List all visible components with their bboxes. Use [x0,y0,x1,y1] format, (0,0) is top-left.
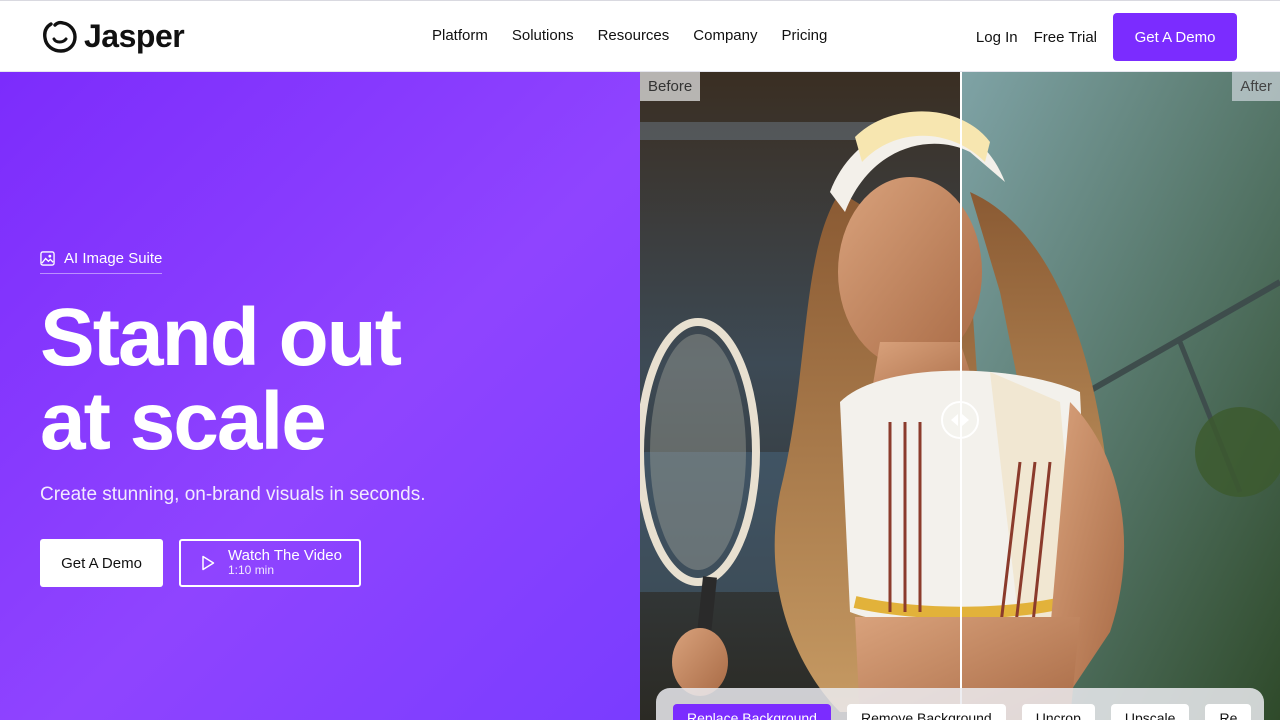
before-label: Before [640,72,701,101]
tool-upscale[interactable]: Upscale [1110,704,1190,720]
get-demo-button[interactable]: Get A Demo [1113,13,1237,61]
image-tools-toolbar: Replace Background Remove Background Unc… [656,688,1264,720]
header-actions: Log In Free Trial Get A Demo [976,13,1237,61]
tool-remove-background[interactable]: Remove Background [846,704,1006,720]
image-comparison[interactable]: Before After Replace Background Remove B… [640,72,1280,720]
main-nav: Platform Solutions Resources Company Pri… [432,25,827,47]
compare-slider-handle[interactable] [941,401,979,439]
headline-line-1: Stand out [40,292,402,383]
hero-subheadline: Create stunning, on-brand visuals in sec… [40,484,426,505]
product-tag[interactable]: AI Image Suite [40,250,163,274]
play-icon [202,555,215,571]
nav-solutions[interactable]: Solutions [512,25,574,47]
tool-uncrop[interactable]: Uncrop [1021,704,1095,720]
brand-name: Jasper [84,17,185,54]
hero-cta-row: Get A Demo Watch The Video 1:10 min [40,539,361,587]
tool-replace-background[interactable]: Replace Background [673,704,831,720]
hero-get-demo-button[interactable]: Get A Demo [40,539,163,587]
site-header: Jasper Platform Solutions Resources Comp… [0,0,1280,72]
compare-divider[interactable] [960,72,962,720]
login-link[interactable]: Log In [976,29,1018,46]
watch-video-button[interactable]: Watch The Video 1:10 min [179,539,361,587]
jasper-logo[interactable]: Jasper [42,17,185,55]
image-icon [40,251,55,266]
headline-line-2: at scale [40,376,327,467]
left-right-arrows-icon [951,414,969,426]
tag-label: AI Image Suite [64,250,163,267]
free-trial-link[interactable]: Free Trial [1034,29,1097,46]
video-text: Watch The Video 1:10 min [228,548,342,578]
nav-company[interactable]: Company [693,25,757,47]
video-length: 1:10 min [228,563,275,577]
jasper-face-icon [43,20,77,53]
video-title: Watch The Video [228,547,342,564]
after-label: After [1232,72,1280,101]
nav-pricing[interactable]: Pricing [781,25,827,47]
hero-panel: AI Image Suite Stand out at scale Create… [0,72,640,720]
tool-more[interactable]: Re [1205,704,1252,720]
hero-headline: Stand out at scale [40,292,402,467]
nav-platform[interactable]: Platform [432,25,488,47]
nav-resources[interactable]: Resources [598,25,670,47]
